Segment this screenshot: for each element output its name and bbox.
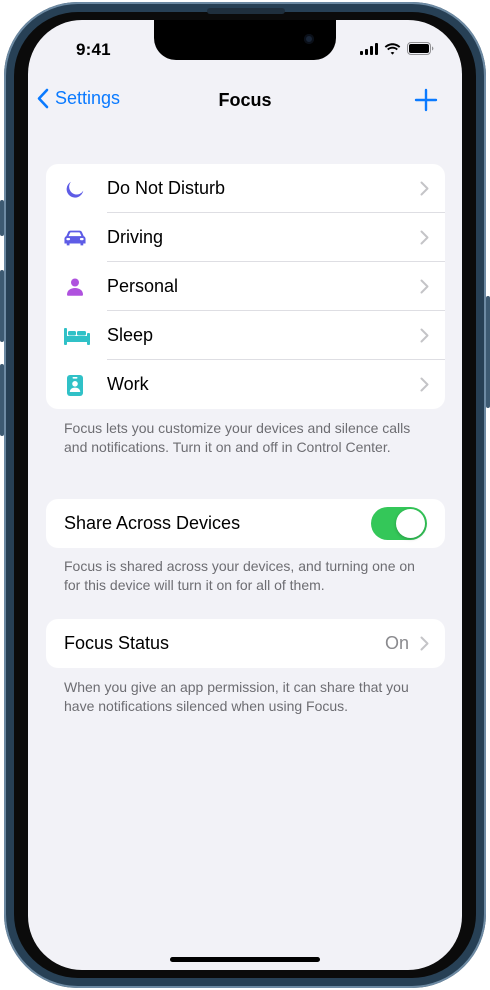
power-button (486, 296, 490, 408)
focus-mode-do-not-disturb[interactable]: Do Not Disturb (46, 164, 445, 213)
chevron-right-icon (420, 636, 429, 651)
chevron-right-icon (420, 377, 429, 392)
chevron-right-icon (420, 328, 429, 343)
share-across-devices-row: Share Across Devices (46, 499, 445, 548)
notch (154, 20, 336, 60)
status-footnote: When you give an app permission, it can … (64, 679, 409, 714)
focus-mode-label: Personal (107, 276, 179, 296)
focus-mode-label: Do Not Disturb (107, 178, 226, 198)
focus-mode-label: Driving (107, 227, 164, 247)
moon-icon (64, 178, 86, 200)
share-across-devices-toggle[interactable] (371, 507, 427, 540)
focus-status-label: Focus Status (64, 633, 170, 653)
focus-mode-personal[interactable]: Personal (46, 262, 445, 311)
car-icon (64, 227, 86, 249)
volume-up-button (0, 270, 4, 342)
id-badge-icon (64, 374, 86, 396)
toggle-knob (396, 509, 425, 538)
status-time: 9:41 (76, 40, 111, 59)
status-icons (360, 42, 434, 55)
chevron-right-icon (420, 230, 429, 245)
front-camera (304, 34, 314, 44)
screen: 9:41 Settings Focus Do Not Disturb Drivi… (28, 20, 462, 970)
focus-modes-list: Do Not Disturb Driving Personal Sleep Wo… (46, 164, 445, 409)
mute-switch (0, 200, 4, 236)
add-focus-button[interactable] (414, 88, 438, 112)
cellular-signal-icon (360, 42, 378, 55)
wifi-icon (384, 42, 401, 55)
focus-mode-sleep[interactable]: Sleep (46, 311, 445, 360)
plus-icon (414, 88, 438, 112)
share-across-devices-label: Share Across Devices (64, 513, 241, 533)
focus-status-row[interactable]: Focus Status On (46, 619, 445, 668)
focus-mode-driving[interactable]: Driving (46, 213, 445, 262)
focus-footnote: Focus lets you customize your devices an… (64, 420, 411, 455)
focus-mode-work[interactable]: Work (46, 360, 445, 409)
focus-mode-label: Work (107, 374, 149, 394)
focus-status-value: On (384, 633, 409, 653)
speaker-grill (207, 8, 285, 14)
chevron-right-icon (420, 279, 429, 294)
focus-mode-label: Sleep (107, 325, 154, 345)
share-footnote: Focus is shared across your devices, and… (64, 558, 415, 593)
volume-down-button (0, 364, 4, 436)
person-icon (64, 276, 86, 298)
navigation-bar: Settings Focus (28, 84, 462, 118)
page-title: Focus (218, 90, 272, 110)
bed-icon (64, 325, 90, 347)
chevron-right-icon (420, 181, 429, 196)
home-indicator[interactable] (170, 957, 320, 962)
battery-icon (407, 42, 434, 55)
